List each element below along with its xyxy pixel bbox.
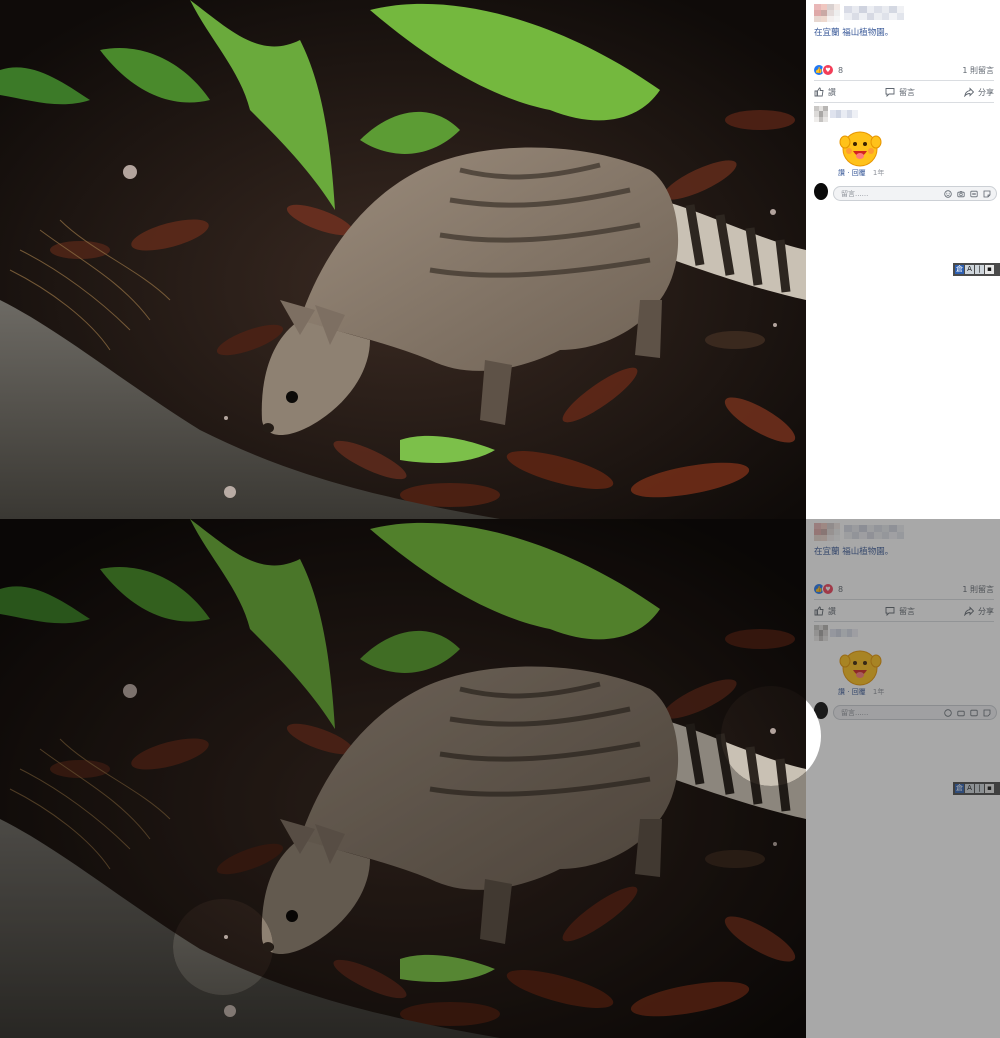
yellow-blob-sticker[interactable] xyxy=(836,643,882,689)
thumbs-up-icon xyxy=(814,606,824,616)
comment-meta: 讚 · 回覆 1年 xyxy=(838,169,885,177)
comment-like-link[interactable]: 讚 xyxy=(838,169,845,177)
comment-item: 讚 · 回覆 1年 xyxy=(814,625,994,697)
like-button[interactable]: 讚 xyxy=(814,603,836,619)
comments-count[interactable]: 1 則留言 xyxy=(962,65,994,76)
post-location[interactable]: 在宜蘭 福山植物園。 xyxy=(814,26,893,38)
comment-input[interactable] xyxy=(834,189,937,198)
ime-indicator[interactable]: 倉 A | ▪ xyxy=(953,263,1000,276)
divider xyxy=(814,599,994,600)
comment-input[interactable] xyxy=(834,708,937,717)
reaction-summary[interactable]: 👍 ♥ 8 1 則留言 xyxy=(814,63,994,77)
comment-button[interactable]: 留言 xyxy=(885,84,915,100)
share-button[interactable]: 分享 xyxy=(964,603,994,619)
post-actions: 讚 留言 分享 xyxy=(814,603,994,619)
comment-like-link[interactable]: 讚 xyxy=(838,688,845,696)
gif-icon[interactable] xyxy=(970,190,978,198)
comment-reply-link[interactable]: 回覆 xyxy=(852,169,866,177)
screenshot-panel-original: 在宜蘭 福山植物園。 👍 ♥ 8 1 則留言 讚 留言 分享 讚 · 回覆 1年… xyxy=(0,0,1000,519)
love-reaction-icon: ♥ xyxy=(822,583,834,595)
comments-count[interactable]: 1 則留言 xyxy=(962,584,994,595)
share-label: 分享 xyxy=(978,87,994,97)
ime-key: | xyxy=(975,784,984,793)
comment-reply-link[interactable]: 回覆 xyxy=(852,688,866,696)
commenter-name-pixelated[interactable] xyxy=(830,110,858,118)
ime-key: | xyxy=(975,265,984,274)
post-photo[interactable] xyxy=(0,0,806,519)
civet-photo xyxy=(0,0,806,519)
reaction-count[interactable]: 8 xyxy=(838,585,843,594)
highlight-spot-nose xyxy=(173,899,273,995)
camera-icon[interactable] xyxy=(957,709,965,717)
ime-indicator[interactable]: 倉 A | ▪ xyxy=(953,782,1000,795)
spot-content xyxy=(721,686,821,786)
divider xyxy=(814,102,994,103)
author-name-pixelated[interactable] xyxy=(844,6,904,20)
yellow-blob-sticker[interactable] xyxy=(836,124,882,170)
ime-key: 倉 xyxy=(955,784,964,793)
thumbs-up-icon xyxy=(814,87,824,97)
reply-box[interactable] xyxy=(833,186,997,201)
post-sidebar: 在宜蘭 福山植物園。 👍 ♥ 8 1 則留言 讚 留言 分享 讚 · 回覆 1年… xyxy=(806,0,1000,519)
like-label: 讚 xyxy=(828,606,836,616)
ime-key: A xyxy=(965,784,974,793)
author-avatar-pixelated[interactable] xyxy=(814,523,840,541)
comment-age[interactable]: 1年 xyxy=(873,688,884,696)
comment-label: 留言 xyxy=(899,87,915,97)
share-arrow-icon xyxy=(964,87,974,97)
sticker-icon[interactable] xyxy=(983,190,991,198)
speech-bubble-icon xyxy=(885,88,895,97)
post-author[interactable] xyxy=(814,3,904,23)
commenter-avatar-pixelated[interactable] xyxy=(814,625,828,641)
reply-box[interactable] xyxy=(833,705,997,720)
comment-age[interactable]: 1年 xyxy=(873,169,884,177)
post-author[interactable] xyxy=(814,522,904,542)
share-arrow-icon xyxy=(964,606,974,616)
comment-item: 讚 · 回覆 1年 xyxy=(814,106,994,178)
emoji-icon[interactable] xyxy=(944,708,952,717)
gif-icon[interactable] xyxy=(970,709,978,717)
author-name-pixelated[interactable] xyxy=(844,525,904,539)
ime-key: ▪ xyxy=(985,265,994,274)
reply-tools xyxy=(944,708,991,717)
sticker-icon[interactable] xyxy=(983,709,991,717)
screenshot-panel-highlighted: 在宜蘭 福山植物園。 👍 ♥ 8 1 則留言 讚 留言 分享 讚 · 回覆 1年… xyxy=(0,519,1000,1038)
comment-label: 留言 xyxy=(899,606,915,616)
current-user-avatar xyxy=(814,183,828,200)
post-sidebar: 在宜蘭 福山植物園。 👍 ♥ 8 1 則留言 讚 留言 分享 讚 · 回覆 1年… xyxy=(806,519,1000,1038)
ime-key: 倉 xyxy=(955,265,964,274)
speech-bubble-icon xyxy=(885,607,895,616)
comment-button[interactable]: 留言 xyxy=(885,603,915,619)
reaction-summary[interactable]: 👍 ♥ 8 1 則留言 xyxy=(814,582,994,596)
love-reaction-icon: ♥ xyxy=(822,64,834,76)
comment-meta: 讚 · 回覆 1年 xyxy=(838,688,885,696)
share-label: 分享 xyxy=(978,606,994,616)
divider xyxy=(814,80,994,81)
post-photo[interactable] xyxy=(0,519,806,1038)
like-label: 讚 xyxy=(828,87,836,97)
spot-content xyxy=(173,899,273,995)
commenter-avatar-pixelated[interactable] xyxy=(814,106,828,122)
like-button[interactable]: 讚 xyxy=(814,84,836,100)
reaction-count[interactable]: 8 xyxy=(838,66,843,75)
highlight-spot-tail xyxy=(721,686,821,786)
post-location[interactable]: 在宜蘭 福山植物園。 xyxy=(814,545,893,557)
civet-photo-copy xyxy=(0,519,806,1038)
divider xyxy=(814,621,994,622)
ime-key: ▪ xyxy=(985,784,994,793)
camera-icon[interactable] xyxy=(957,190,965,198)
author-avatar-pixelated[interactable] xyxy=(814,4,840,22)
commenter-name-pixelated[interactable] xyxy=(830,629,858,637)
ime-key: A xyxy=(965,265,974,274)
emoji-icon[interactable] xyxy=(944,189,952,198)
share-button[interactable]: 分享 xyxy=(964,84,994,100)
post-actions: 讚 留言 分享 xyxy=(814,84,994,100)
reply-tools xyxy=(944,189,991,198)
